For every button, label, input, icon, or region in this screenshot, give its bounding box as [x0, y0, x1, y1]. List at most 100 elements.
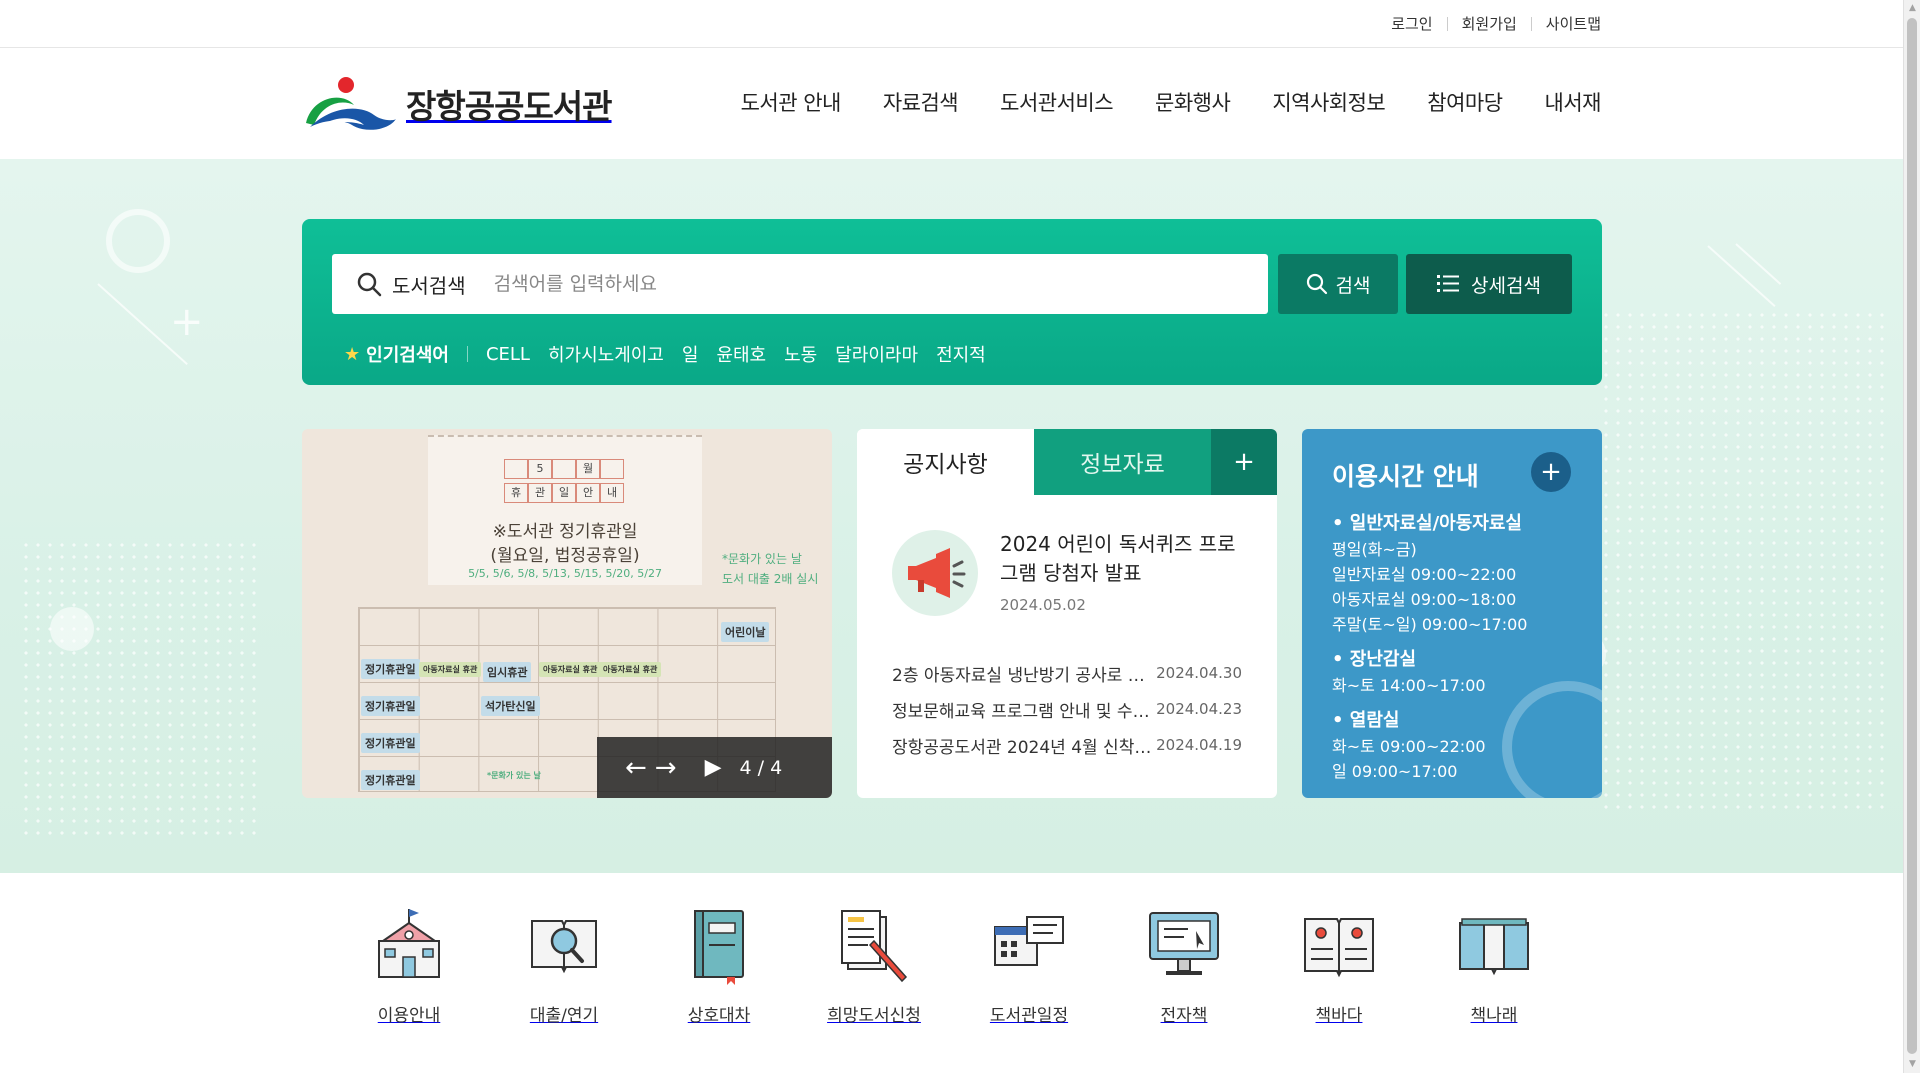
slide-counter: 4 / 4	[739, 756, 783, 779]
quick-item-ebook[interactable]: 전자책	[1109, 905, 1259, 1026]
notice-row[interactable]: 장항공공도서관 2024년 4월 신착도서 안내 2024.04.19	[892, 727, 1242, 763]
play-icon[interactable]: ▶	[705, 755, 722, 780]
nav-services[interactable]: 도서관서비스	[1000, 87, 1113, 117]
quick-item-request[interactable]: 희망도서신청	[799, 905, 949, 1026]
decor-line	[1707, 245, 1776, 307]
quick-item-label: 전자책	[1160, 1006, 1208, 1026]
calendar-tag: 정기휴관일	[361, 733, 420, 753]
hours-line: 아동자료실 09:00~18:00	[1332, 590, 1517, 609]
keyword-link[interactable]: 히가시노게이고	[548, 341, 664, 367]
search-button[interactable]: 검색	[1278, 254, 1398, 314]
nav-participation[interactable]: 참여마당	[1427, 87, 1503, 117]
keyword-link[interactable]: 일	[682, 341, 699, 367]
quick-item-label: 희망도서신청	[827, 1006, 921, 1026]
quick-item-calendar[interactable]: 도서관일정	[954, 905, 1104, 1026]
search-type-label: 도서검색	[392, 273, 466, 298]
hours-section-title: • 열람실	[1332, 710, 1400, 731]
quick-item-label: 이용안내	[377, 1006, 441, 1026]
notice-row[interactable]: 정보문해교육 프로그램 안내 및 수강생 모집 2024.04.23	[892, 691, 1242, 727]
search-icon	[357, 272, 382, 297]
search-input[interactable]	[493, 273, 1094, 295]
tab-info[interactable]: 정보자료	[1034, 429, 1211, 495]
notice-row[interactable]: 2층 아동자료실 냉난방기 공사로 인한 휴관 안내 2024.04.30	[892, 655, 1242, 691]
open-book-map-icon	[1304, 918, 1374, 978]
join-link[interactable]: 회원가입	[1462, 13, 1517, 34]
logo-icon	[302, 75, 398, 133]
banner-dates: 5/5, 5/6, 5/8, 5/13, 5/15, 5/20, 5/27	[468, 567, 662, 580]
quick-item-chaekbada[interactable]: 책바다	[1264, 905, 1414, 1026]
notice-date: 2024.04.19	[1156, 736, 1242, 754]
search-panel: 도서검색 검색 상세검색 ★ 인기검색어 CELL 히가시노게이고 일 윤태호 …	[302, 219, 1602, 385]
scroll-up-arrow-icon[interactable]: ▲	[1904, 0, 1920, 17]
quick-item-label: 책나래	[1470, 1006, 1518, 1026]
monitor-icon	[1149, 912, 1219, 975]
quick-item-label: 책바다	[1315, 1006, 1363, 1026]
hours-section-title: • 장난감실	[1332, 649, 1417, 670]
decor-dots	[20, 539, 260, 839]
notice-title[interactable]: 2층 아동자료실 냉난방기 공사로 인한 휴관 안내	[892, 661, 1154, 686]
notice-more-button[interactable]: +	[1211, 429, 1277, 495]
keyword-link[interactable]: CELL	[486, 344, 530, 365]
heading-cell: 내	[600, 483, 624, 503]
popular-keywords: ★ 인기검색어 CELL 히가시노게이고 일 윤태호 노동 달라이라마 전지적	[344, 341, 1004, 367]
nav-my-library[interactable]: 내서재	[1545, 87, 1602, 117]
keyword-link[interactable]: 달라이라마	[835, 341, 918, 367]
slider-controls: ← → ▶ 4 / 4	[597, 737, 832, 798]
notice-date: 2024.04.23	[1156, 700, 1242, 718]
banner-slider[interactable]: 5 월 휴 관 일 안 내 ※도서관 정기휴관일 (월요일, 법정공휴일) 5/…	[302, 429, 832, 798]
featured-notice-title[interactable]: 2024 어린이 독서퀴즈 프로그램 당첨자 발표	[1000, 530, 1240, 588]
hours-line: 주말(토~일) 09:00~17:00	[1332, 615, 1528, 634]
hours-line: 일 09:00~17:00	[1332, 762, 1458, 781]
quick-item-guide[interactable]: 이용안내	[334, 905, 484, 1026]
featured-notice[interactable]: 2024 어린이 독서퀴즈 프로그램 당첨자 발표 2024.05.02	[892, 530, 1240, 616]
decor-plus: +	[170, 299, 204, 345]
banner-notice-paper: 5 월 휴 관 일 안 내 ※도서관 정기휴관일 (월요일, 법정공휴일) 5/…	[428, 435, 702, 585]
hours-line: 평일(화~금)	[1332, 540, 1417, 559]
scroll-thumb[interactable]	[1907, 18, 1917, 1054]
notice-date: 2024.04.30	[1156, 664, 1242, 682]
calendar-tag: 어린이날	[721, 622, 770, 642]
login-link[interactable]: 로그인	[1391, 13, 1432, 34]
notice-title[interactable]: 정보문해교육 프로그램 안내 및 수강생 모집	[892, 697, 1154, 722]
decor-dots	[1600, 309, 1890, 809]
list-icon	[1437, 275, 1460, 292]
month-cell: 5	[528, 459, 552, 479]
quick-item-loan[interactable]: 대출/연기	[489, 905, 639, 1026]
prev-arrow-icon[interactable]: ←	[625, 753, 647, 783]
hours-line: 화~토 14:00~17:00	[1332, 676, 1486, 695]
hours-body: • 일반자료실/아동자료실 평일(화~금) 일반자료실 09:00~22:00 …	[1332, 501, 1572, 784]
advanced-search-label: 상세검색	[1471, 274, 1541, 297]
nav-community[interactable]: 지역사회정보	[1272, 87, 1385, 117]
calendar-tag: 정기휴관일	[361, 696, 420, 716]
month-cells: 5 월	[504, 459, 624, 479]
heading-cell: 안	[576, 483, 600, 503]
quick-item-interlibrary[interactable]: 상호대차	[644, 905, 794, 1026]
calendar-tag: 석가탄신일	[481, 696, 540, 716]
keyword-link[interactable]: 윤태호	[716, 341, 766, 367]
nav-search[interactable]: 자료검색	[883, 87, 959, 117]
keyword-link[interactable]: 전지적	[936, 341, 986, 367]
calendar-tag: 정기휴관일	[361, 770, 420, 790]
search-field: 도서검색	[332, 254, 1268, 314]
utility-bar: 로그인 회원가입 사이트맵	[0, 0, 1903, 48]
advanced-search-button[interactable]: 상세검색	[1406, 254, 1572, 314]
book-magnifier-icon	[531, 920, 597, 974]
search-icon	[1306, 273, 1327, 295]
next-arrow-icon[interactable]: →	[655, 753, 677, 783]
calendar-tag: 아동자료실 휴관	[419, 662, 482, 677]
keyword-link[interactable]: 노동	[784, 341, 817, 367]
hours-more-button[interactable]: +	[1531, 452, 1571, 492]
notice-title[interactable]: 장항공공도서관 2024년 4월 신착도서 안내	[892, 733, 1154, 758]
page-scrollbar[interactable]: ▲ ▼	[1903, 0, 1920, 1073]
quick-item-chaeknarae[interactable]: 책나래	[1419, 905, 1569, 1026]
tab-notice[interactable]: 공지사항	[857, 429, 1034, 495]
site-logo[interactable]: 장항공공도서관	[302, 75, 613, 133]
open-book-icon	[1459, 918, 1529, 976]
utility-links: 로그인 회원가입 사이트맵	[1391, 13, 1601, 34]
nav-library-info[interactable]: 도서관 안내	[741, 87, 842, 117]
sitemap-link[interactable]: 사이트맵	[1546, 13, 1601, 34]
banner-title-line1: ※도서관 정기휴관일	[492, 522, 638, 542]
opening-hours-panel: 이용시간 안내 + • 일반자료실/아동자료실 평일(화~금) 일반자료실 09…	[1302, 429, 1602, 798]
nav-events[interactable]: 문화행사	[1155, 87, 1231, 117]
scroll-down-arrow-icon[interactable]: ▼	[1904, 1056, 1920, 1073]
